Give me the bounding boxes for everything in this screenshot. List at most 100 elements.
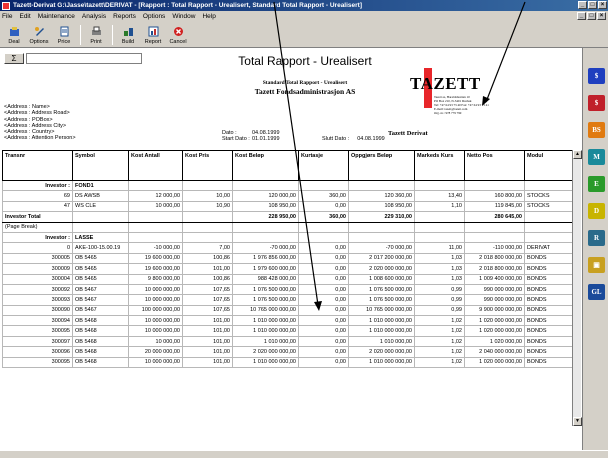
table-row[interactable]: Investor : LASSE (2, 231, 573, 244)
table-cell: 1 020 000,00 (464, 335, 525, 348)
tazett-logo: TAZETT Tazett as, Haraldsbrøtten 10 PO B… (410, 68, 490, 115)
scroll-down-button[interactable]: ▼ (573, 417, 582, 426)
table-cell: 10 000 000,00 (128, 315, 183, 327)
table-cell: 100 000 000,00 (128, 304, 183, 317)
cancel-button[interactable]: Cancel (166, 22, 190, 45)
table-cell: 19 600 000,00 (128, 263, 183, 275)
table-cell: 10 000 000,00 (128, 356, 183, 369)
minimize-button[interactable]: _ (578, 1, 587, 9)
maximize-button[interactable]: □ (588, 1, 597, 9)
gl-icon[interactable]: GL (588, 284, 605, 300)
column-header[interactable]: Netto Pos (464, 150, 525, 181)
table-row[interactable]: 300095 OB 5468 10 000 000,00 101,00 1 010 00… (2, 356, 573, 369)
table-cell: BONDS (524, 283, 573, 296)
build-button[interactable]: Build (116, 22, 140, 45)
menu-reports[interactable]: Reports (113, 13, 136, 20)
table-row[interactable]: 300093 OB 5467 10 000 000,00 107,65 1 076 50… (2, 294, 573, 306)
table-cell: 120 000,00 (232, 190, 299, 202)
formula-input[interactable] (26, 53, 142, 64)
table-row[interactable]: (Page Break) (2, 221, 573, 233)
mdi-restore-button[interactable]: □ (587, 12, 596, 20)
table-cell: 10 000,00 (128, 335, 183, 348)
options-button[interactable]: Options (27, 22, 51, 45)
table-row[interactable]: 300094 OB 5468 10 000 000,00 101,00 1 010 00… (2, 315, 573, 327)
column-header[interactable]: Modul (524, 150, 573, 181)
table-cell: 0,00 (298, 283, 349, 296)
table-cell: 10 000 000,00 (128, 283, 183, 296)
table-cell: OB 5467 (72, 304, 129, 317)
table-row[interactable]: 300004 OB 5465 9 800 000,00 100,86 988 428 0… (2, 273, 573, 285)
dollar-icon[interactable]: $ (588, 68, 605, 84)
report-button[interactable]: Report (141, 22, 165, 45)
table-row[interactable]: 300005 OB 5465 19 600 000,00 100,86 1 976 85… (2, 252, 573, 265)
print-button[interactable]: Print (84, 22, 108, 45)
column-header[interactable]: Symbol (72, 150, 129, 181)
vertical-scrollbar[interactable]: ▲ ▼ (572, 150, 582, 426)
table-cell: 1,02 (414, 335, 465, 348)
menu-edit[interactable]: Edit (19, 13, 30, 20)
table-row[interactable]: 69 DS AWSB 12 000,00 10,00 120 000,00 360,00 1… (2, 190, 573, 202)
column-header[interactable]: Kost Pris (182, 150, 233, 181)
mdi-close-button[interactable]: × (597, 12, 606, 20)
table-row[interactable]: 300092 OB 5467 10 000 000,00 107,65 1 076 50… (2, 283, 573, 296)
d-icon[interactable]: D (588, 203, 605, 219)
table-cell: BONDS (524, 356, 573, 369)
r-icon[interactable]: R (588, 230, 605, 246)
total-cell (182, 211, 233, 223)
gl-cube-icon[interactable]: ▣ (588, 257, 605, 273)
table-cell: 1,03 (414, 252, 465, 265)
table-row[interactable]: 300009 OB 5465 19 600 000,00 101,00 1 979 60… (2, 263, 573, 275)
price-button[interactable]: Price (52, 22, 76, 45)
table-cell: 2 020 000 000,00 (348, 346, 415, 358)
bs-icon[interactable]: BS (588, 122, 605, 138)
group-label: Investor : (2, 179, 73, 192)
table-cell: 1 976 856 000,00 (232, 252, 299, 265)
report-icon (148, 26, 158, 37)
sum-button[interactable]: Σ (4, 53, 24, 64)
table-cell: 1 008 600 000,00 (348, 273, 415, 285)
e-icon[interactable]: E (588, 176, 605, 192)
table-cell: 990 000 000,00 (464, 294, 525, 306)
deal-label: Deal (8, 39, 20, 45)
table-cell (182, 179, 233, 192)
table-row[interactable]: 300097 OB 5468 10 000,00 101,00 1 010 000,00… (2, 335, 573, 348)
table-row[interactable]: 300095 OB 5468 10 000 000,00 101,00 1 010 00… (2, 325, 573, 337)
side-toolbar: $ $ BS M E D R ▣ GL (582, 48, 608, 450)
column-header[interactable]: Oppgjørs Beløp (348, 150, 415, 181)
table-row[interactable]: Investor Total 228 950,00 360,00 229 310,00… (2, 211, 573, 223)
table-cell: -10 000,00 (128, 242, 183, 254)
logo-wordmark: TAZETT (410, 74, 481, 93)
column-header[interactable]: Markeds Kurs (414, 150, 465, 181)
table-row[interactable]: 47 WS CLE 10 000,00 10,90 108 950,00 0,00 108 … (2, 200, 573, 213)
m-icon[interactable]: M (588, 149, 605, 165)
table-cell: 0,00 (298, 304, 349, 317)
table-cell: 1,02 (414, 356, 465, 369)
table-cell: 10,90 (182, 200, 233, 213)
table-row[interactable]: 300090 OB 5467 100 000 000,00 107,65 10 765 … (2, 304, 573, 317)
menu-analysis[interactable]: Analysis (82, 13, 106, 20)
sum-red-icon[interactable]: $ (588, 95, 605, 111)
table-cell: 1 009 400 000,00 (464, 273, 525, 285)
close-button[interactable]: × (598, 1, 607, 9)
menu-file[interactable]: File (2, 13, 12, 20)
table-row[interactable]: 0 AKE-100-15.00.19 -10 000,00 7,00 -70 000,0… (2, 242, 573, 254)
table-cell: 1 979 600 000,00 (232, 263, 299, 275)
menu-help[interactable]: Help (202, 13, 215, 20)
table-cell: -70 000,00 (232, 242, 299, 254)
table-row[interactable]: Investor : FOND1 (2, 179, 573, 192)
menu-maintenance[interactable]: Maintenance (38, 13, 75, 20)
scroll-up-button[interactable]: ▲ (573, 150, 582, 159)
menu-options[interactable]: Options (143, 13, 165, 20)
logo-contact-line: Org. nr.: 978 779 799 (434, 111, 462, 115)
menu-window[interactable]: Window (172, 13, 195, 20)
group-value: FOND1 (72, 179, 129, 192)
column-header[interactable]: Kost Antall (128, 150, 183, 181)
deal-button[interactable]: Deal (2, 22, 26, 45)
table-cell: OB 5468 (72, 335, 129, 348)
table-cell: 1 010 000 000,00 (348, 356, 415, 369)
column-header[interactable]: Kost Beløp (232, 150, 299, 181)
mdi-minimize-button[interactable]: _ (577, 12, 586, 20)
table-row[interactable]: 300096 OB 5468 20 000 000,00 101,00 2 020 00… (2, 346, 573, 358)
column-header[interactable]: Kurtasje (298, 150, 349, 181)
column-header[interactable]: Transnr (2, 150, 73, 181)
